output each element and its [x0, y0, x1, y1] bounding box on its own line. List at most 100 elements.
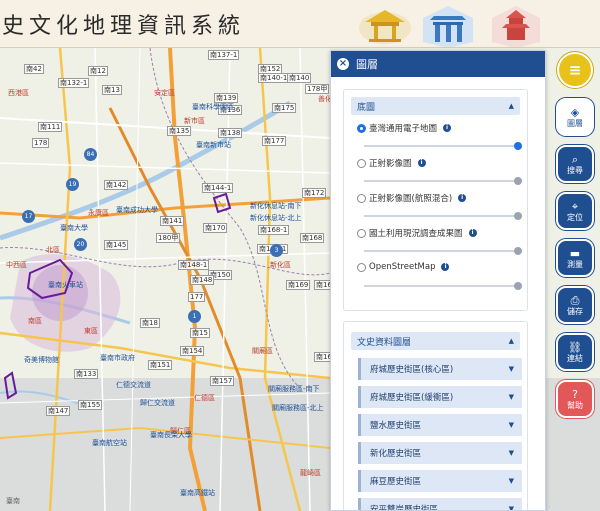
info-icon[interactable]: i: [417, 159, 426, 167]
road-label: 南42: [24, 64, 44, 74]
road-label: 180甲: [156, 233, 181, 243]
road-label: 南170: [203, 223, 228, 233]
layer-panel: × 圖層 底圖 ▲ 臺灣通用電子地圖 i 正射影像圖 i 正射影像圖(航照混合)…: [330, 50, 546, 511]
measure-icon: ▬: [569, 246, 581, 260]
basemap-option-label: 國土利用現況調查成果圖: [369, 229, 463, 239]
basemap-option[interactable]: 臺灣通用電子地圖 i: [357, 122, 452, 134]
layer-item-label: 新化歷史街區: [370, 449, 422, 459]
search-icon: ⌕: [571, 152, 579, 166]
poi-label: 臺南成功大學: [116, 206, 158, 214]
menu-button[interactable]: ≡: [557, 52, 593, 88]
help-button[interactable]: ? 幫助: [556, 380, 594, 418]
road-label: 南148-1: [178, 260, 210, 270]
layer-item[interactable]: 新化歷史街區 ▼: [358, 442, 522, 464]
basemap-option-label: 正射影像圖: [369, 159, 412, 169]
slider-handle[interactable]: [514, 212, 522, 220]
poi-label: 臺南火車站: [48, 281, 83, 289]
pagoda-logo-icon: [492, 6, 540, 47]
road-label: 南168: [300, 233, 325, 243]
culture-section-header[interactable]: 文史資料圖層 ▲: [351, 332, 520, 350]
basemap-heading: 底圖: [357, 102, 376, 113]
layer-item[interactable]: 麻豆歷史街區 ▼: [358, 470, 522, 492]
basemap-option-label: 正射影像圖(航照混合): [369, 194, 453, 204]
basemap-option[interactable]: 正射影像圖 i: [357, 157, 426, 169]
info-icon[interactable]: i: [458, 194, 467, 202]
gate-logo-icon: [423, 6, 473, 47]
locate-icon: ⌖: [571, 199, 579, 213]
road-label: 南169: [286, 280, 311, 290]
poi-label: 新化休息站-南下: [250, 202, 302, 210]
road-label: 南111: [38, 122, 63, 132]
link-icon: ⛓: [568, 340, 582, 354]
search-button[interactable]: ⌕ 搜尋: [556, 145, 594, 183]
road-label: 南18: [140, 318, 160, 328]
road-label: 南144-1: [202, 183, 234, 193]
radio-selected-icon[interactable]: [357, 123, 366, 133]
poi-label: 臺南航空站: [92, 439, 127, 447]
measure-button[interactable]: ▬ 測量: [556, 239, 594, 277]
opacity-slider[interactable]: [364, 212, 522, 220]
slider-handle[interactable]: [514, 247, 522, 255]
layer-item[interactable]: 安平雙岸歷史街區 ▼: [358, 498, 522, 510]
road-label: 南147: [46, 406, 71, 416]
poi-label: 新化休息站-北上: [250, 214, 302, 222]
road-label: 南155: [78, 400, 103, 410]
slider-handle[interactable]: [514, 282, 522, 290]
radio-icon[interactable]: [357, 193, 366, 203]
layers-button[interactable]: ◈ 圖層: [556, 98, 594, 136]
chevron-down-icon: ▼: [508, 393, 514, 401]
layer-item[interactable]: 府城歷史街區(緩衝區) ▼: [358, 386, 522, 408]
chevron-down-icon: ▼: [508, 477, 514, 485]
road-label: 南135: [167, 126, 192, 136]
basemap-section-header[interactable]: 底圖 ▲: [351, 97, 520, 115]
opacity-slider[interactable]: [364, 282, 522, 290]
help-icon: ?: [572, 387, 578, 401]
site-header: 史文化地理資訊系統: [0, 0, 600, 48]
locate-button[interactable]: ⌖ 定位: [556, 192, 594, 230]
save-button[interactable]: ⎙ 儲存: [556, 286, 594, 324]
layer-item-label: 鹽水歷史街區: [370, 421, 422, 431]
link-button[interactable]: ⛓ 連結: [556, 333, 594, 371]
opacity-slider[interactable]: [364, 247, 522, 255]
opacity-slider[interactable]: [364, 142, 522, 150]
road-label: 南137-1: [208, 50, 240, 60]
opacity-slider[interactable]: [364, 177, 522, 185]
district-label: 南區: [28, 317, 42, 325]
district-label: 龍崎區: [300, 469, 321, 477]
road-label: 南12: [88, 66, 108, 76]
road-label: 南175: [272, 103, 297, 113]
district-label: 仁德區: [194, 394, 215, 402]
menu-icon: ≡: [568, 61, 582, 79]
locate-button-label: 定位: [567, 212, 583, 222]
info-icon[interactable]: i: [441, 263, 450, 271]
layer-item[interactable]: 府城歷史街區(核心區) ▼: [358, 358, 522, 380]
poi-label: 臺南科學園區: [192, 103, 234, 111]
tool-rail: ≡ ◈ 圖層 ⌕ 搜尋 ⌖ 定位 ▬ 測量 ⎙ 儲存 ⛓ 連結 ? 幫助: [552, 48, 600, 511]
link-button-label: 連結: [567, 353, 583, 363]
save-button-label: 儲存: [567, 306, 583, 316]
district-label: 東區: [84, 327, 98, 335]
radio-icon[interactable]: [357, 262, 366, 272]
road-label: 178甲: [305, 84, 330, 94]
layers-button-label: 圖層: [567, 118, 583, 128]
chevron-down-icon: ▼: [508, 449, 514, 457]
help-button-label: 幫助: [567, 400, 583, 410]
close-icon[interactable]: ×: [337, 58, 349, 70]
basemap-option[interactable]: OpenStreetMap i: [357, 262, 450, 272]
district-label: 關廟區: [252, 347, 273, 355]
info-icon[interactable]: i: [443, 124, 452, 132]
layer-item-label: 麻豆歷史街區: [370, 477, 422, 487]
layer-panel-header: × 圖層: [331, 51, 545, 77]
district-label: 西港區: [8, 89, 29, 97]
slider-handle[interactable]: [514, 142, 522, 150]
poi-label: 臺南大學: [60, 224, 88, 232]
district-label: 中西區: [6, 261, 27, 269]
radio-icon[interactable]: [357, 158, 366, 168]
layer-item[interactable]: 鹽水歷史街區 ▼: [358, 414, 522, 436]
basemap-option[interactable]: 正射影像圖(航照混合) i: [357, 192, 467, 204]
radio-icon[interactable]: [357, 228, 366, 238]
info-icon[interactable]: i: [468, 229, 477, 237]
slider-handle[interactable]: [514, 177, 522, 185]
basemap-option[interactable]: 國土利用現況調查成果圖 i: [357, 227, 477, 239]
basemap-option-label: 臺灣通用電子地圖: [369, 124, 438, 134]
